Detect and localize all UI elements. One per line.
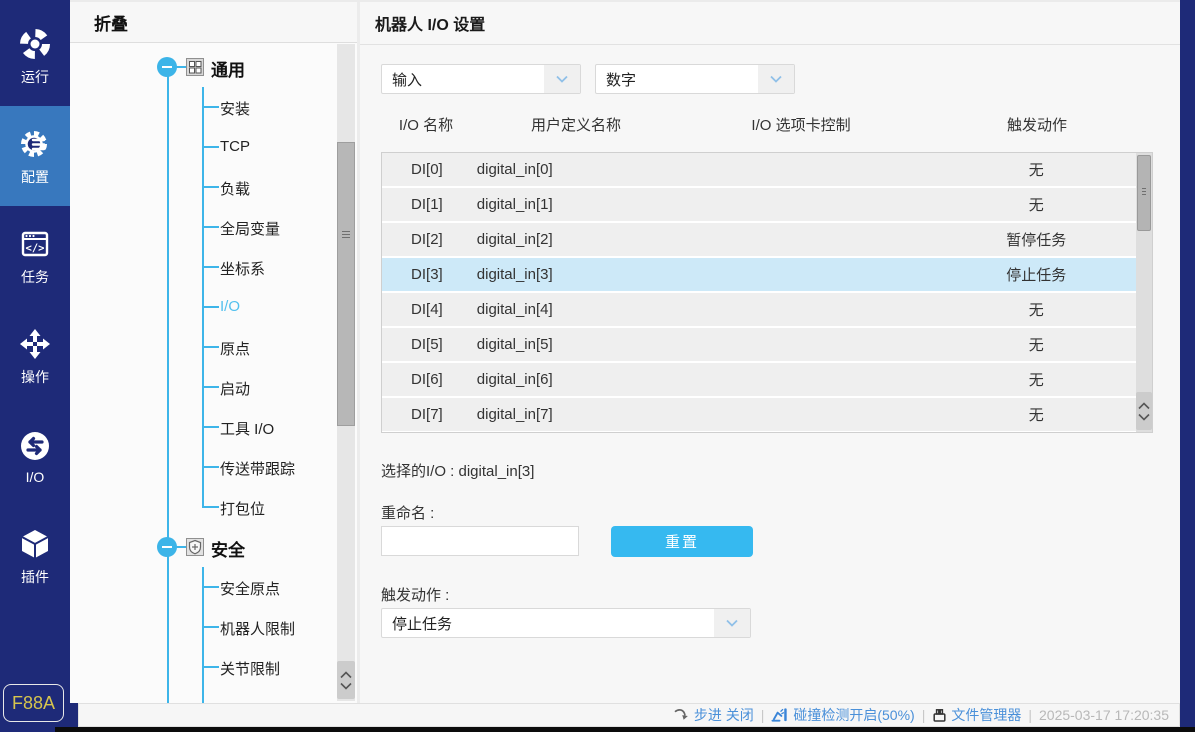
- table-row[interactable]: DI[1] digital_in[1] 无: [382, 188, 1152, 221]
- sidebar-item-task[interactable]: </> 任务: [0, 206, 70, 306]
- file-manager-button[interactable]: 文件管理器: [932, 705, 1021, 725]
- tree-leaf[interactable]: 全局变量: [70, 207, 357, 247]
- column-trigger-action: 触发动作: [921, 114, 1153, 135]
- column-tab-control: I/O 选项卡控制: [681, 114, 921, 135]
- collision-detect-status[interactable]: 碰撞检测开启(50%): [771, 705, 914, 725]
- divider: |: [1028, 707, 1032, 723]
- trigger-action-label: 触发动作 :: [381, 584, 449, 605]
- table-row[interactable]: DI[4] digital_in[4] 无: [382, 293, 1152, 326]
- svg-text:</>: </>: [26, 242, 45, 254]
- divider: |: [761, 707, 765, 723]
- scroll-up-icon[interactable]: [340, 671, 352, 679]
- rename-label: 重命名 :: [381, 502, 434, 523]
- scroll-up-icon[interactable]: [1138, 402, 1150, 410]
- table-row[interactable]: DI[0] digital_in[0] 无: [382, 153, 1152, 186]
- io-direction-value: 输入: [392, 69, 422, 90]
- tree-scrollbar-thumb[interactable]: [337, 142, 355, 426]
- run-icon: [17, 26, 53, 62]
- io-direction-select[interactable]: 输入: [381, 64, 581, 94]
- reset-button[interactable]: 重置: [611, 526, 753, 557]
- rename-input[interactable]: [381, 526, 579, 556]
- tree-leaf[interactable]: 安装: [70, 87, 357, 127]
- trigger-action-select[interactable]: 停止任务: [381, 608, 751, 638]
- chevron-down-icon: [544, 65, 580, 93]
- grid-icon: [186, 58, 204, 76]
- sidebar-item-io[interactable]: I/O: [0, 406, 70, 506]
- collapse-minus-icon[interactable]: [157, 537, 177, 557]
- tree-leaf[interactable]: 坐标系: [70, 247, 357, 287]
- table-row[interactable]: DI[3] digital_in[3] 停止任务: [382, 258, 1152, 291]
- tree-collapse-header[interactable]: 折叠: [70, 2, 357, 43]
- tree-leaf[interactable]: 安全原点: [70, 567, 357, 607]
- sidebar-item-config[interactable]: 配置: [0, 106, 70, 206]
- collision-detect-label: 碰撞检测开启(50%): [793, 705, 914, 725]
- column-user-name: 用户定义名称: [471, 114, 681, 135]
- chevron-down-icon: [714, 609, 750, 637]
- tree-leaf[interactable]: I/O: [70, 287, 357, 327]
- clock-timestamp: 2025-03-17 17:20:35: [1039, 707, 1169, 723]
- sidebar-item-plugin[interactable]: 插件: [0, 506, 70, 606]
- page-title: 机器人 I/O 设置: [360, 2, 1180, 45]
- tree-node[interactable]: 通用: [70, 47, 357, 87]
- tree-scrollbar[interactable]: [337, 44, 355, 701]
- io-settings-panel: 机器人 I/O 设置 输入 数字 I/O 名称 用户定义名称 I/O 选项卡控制…: [360, 2, 1180, 703]
- step-mode-status[interactable]: 步进 关闭: [673, 705, 754, 725]
- sidebar-nav: 运行 配置 </> 任务 操作 I/O 插件 F88A: [0, 0, 70, 727]
- tree-leaf[interactable]: 负载: [70, 167, 357, 207]
- file-manager-label: 文件管理器: [951, 705, 1021, 725]
- table-scrollbar-thumb[interactable]: [1137, 155, 1151, 231]
- table-scrollbar[interactable]: [1136, 153, 1152, 432]
- tree-body: 通用 安装 TCP 负载 全局变量 坐标系 I/O 原点 启动 工具 I/O 传…: [70, 43, 357, 703]
- io-table-rows: DI[0] digital_in[0] 无 DI[1] digital_in[1…: [382, 153, 1152, 431]
- sidebar-item-run[interactable]: 运行: [0, 6, 70, 106]
- scrollbar-grip-icon: [1142, 188, 1146, 196]
- scroll-down-icon[interactable]: [340, 682, 352, 690]
- shield-icon: [186, 538, 204, 556]
- table-row[interactable]: DI[7] digital_in[7] 无: [382, 398, 1152, 431]
- io-type-value: 数字: [606, 69, 636, 90]
- scroll-down-icon[interactable]: [1138, 413, 1150, 421]
- tree-leaf[interactable]: 工具 I/O: [70, 407, 357, 447]
- move-icon: [17, 326, 53, 362]
- tree-leaf[interactable]: 启动: [70, 367, 357, 407]
- file-manager-icon: [932, 708, 947, 723]
- table-row[interactable]: DI[5] digital_in[5] 无: [382, 328, 1152, 361]
- tree-node[interactable]: 安全: [70, 527, 357, 567]
- config-tree-panel: 折叠 通用 安装 TCP 负载 全局变量 坐标系 I/O 原点 启动: [70, 2, 360, 703]
- collision-icon: [771, 707, 789, 723]
- tree-leaf[interactable]: TCP: [70, 127, 357, 167]
- status-bar: 步进 关闭 | 碰撞检测开启(50%) | 文件管理器 | 2025-03-17…: [78, 703, 1180, 727]
- divider: |: [922, 707, 926, 723]
- selected-io-label: 选择的I/O : digital_in[3]: [381, 460, 534, 481]
- column-io-name: I/O 名称: [381, 114, 471, 135]
- tree-leaf[interactable]: 机器人限制: [70, 607, 357, 647]
- scrollbar-grip-icon: [342, 231, 350, 239]
- tree-leaf[interactable]: 原点: [70, 327, 357, 367]
- robot-model-badge: F88A: [3, 684, 64, 722]
- table-row[interactable]: DI[6] digital_in[6] 无: [382, 363, 1152, 396]
- tree-leaf[interactable]: 关节限制: [70, 647, 357, 687]
- tree-leaf[interactable]: 传送带跟踪: [70, 447, 357, 487]
- plugin-icon: [17, 526, 53, 562]
- sidebar-item-operate[interactable]: 操作: [0, 306, 70, 406]
- task-icon: </>: [17, 226, 53, 262]
- step-arrow-icon: [673, 708, 690, 722]
- collapse-minus-icon[interactable]: [157, 57, 177, 77]
- config-icon: [17, 126, 53, 162]
- step-mode-label: 步进 关闭: [694, 705, 754, 725]
- io-icon: [17, 428, 53, 464]
- io-table: DI[0] digital_in[0] 无 DI[1] digital_in[1…: [381, 152, 1153, 433]
- app-window: 运行 配置 </> 任务 操作 I/O 插件 F88A 折叠: [0, 0, 1195, 727]
- io-table-header: I/O 名称 用户定义名称 I/O 选项卡控制 触发动作: [381, 114, 1153, 135]
- table-row[interactable]: DI[2] digital_in[2] 暂停任务: [382, 223, 1152, 256]
- trigger-action-value: 停止任务: [392, 613, 452, 634]
- io-type-select[interactable]: 数字: [595, 64, 795, 94]
- window-frame-bottom: [0, 727, 1195, 732]
- chevron-down-icon: [758, 65, 794, 93]
- tree-leaf[interactable]: 打包位: [70, 487, 357, 527]
- window-frame-right: [1180, 0, 1195, 727]
